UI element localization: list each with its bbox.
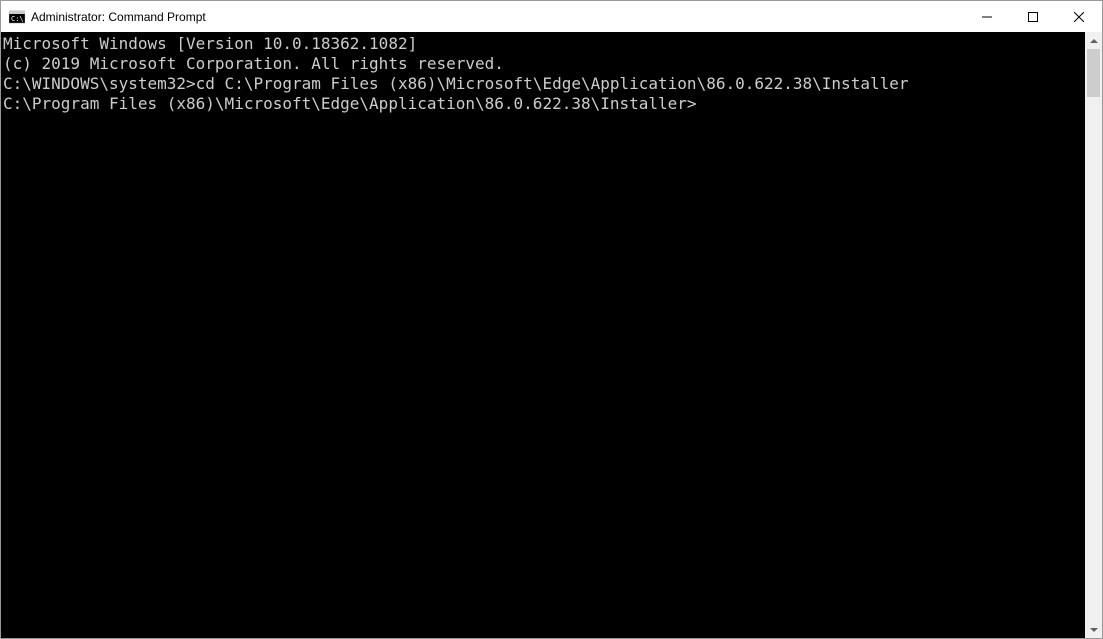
app-icon: C:\	[9, 9, 25, 25]
scroll-thumb[interactable]	[1087, 49, 1100, 97]
vertical-scrollbar[interactable]	[1085, 32, 1102, 638]
terminal-line: (c) 2019 Microsoft Corporation. All righ…	[3, 54, 1085, 74]
terminal-line: Microsoft Windows [Version 10.0.18362.10…	[3, 34, 1085, 54]
terminal-output[interactable]: Microsoft Windows [Version 10.0.18362.10…	[1, 32, 1085, 638]
maximize-button[interactable]	[1010, 1, 1056, 32]
terminal-line: C:\WINDOWS\system32>cd C:\Program Files …	[3, 74, 1085, 94]
scroll-down-arrow[interactable]	[1085, 621, 1102, 638]
terminal-line: C:\Program Files (x86)\Microsoft\Edge\Ap…	[3, 94, 1085, 114]
minimize-button[interactable]	[964, 1, 1010, 32]
scroll-up-arrow[interactable]	[1085, 32, 1102, 49]
titlebar[interactable]: C:\ Administrator: Command Prompt	[1, 1, 1102, 32]
scroll-track[interactable]	[1085, 49, 1102, 621]
close-button[interactable]	[1056, 1, 1102, 32]
svg-text:C:\: C:\	[11, 15, 24, 23]
window-title: Administrator: Command Prompt	[31, 10, 964, 24]
window-controls	[964, 1, 1102, 32]
client-area: Microsoft Windows [Version 10.0.18362.10…	[1, 32, 1102, 638]
